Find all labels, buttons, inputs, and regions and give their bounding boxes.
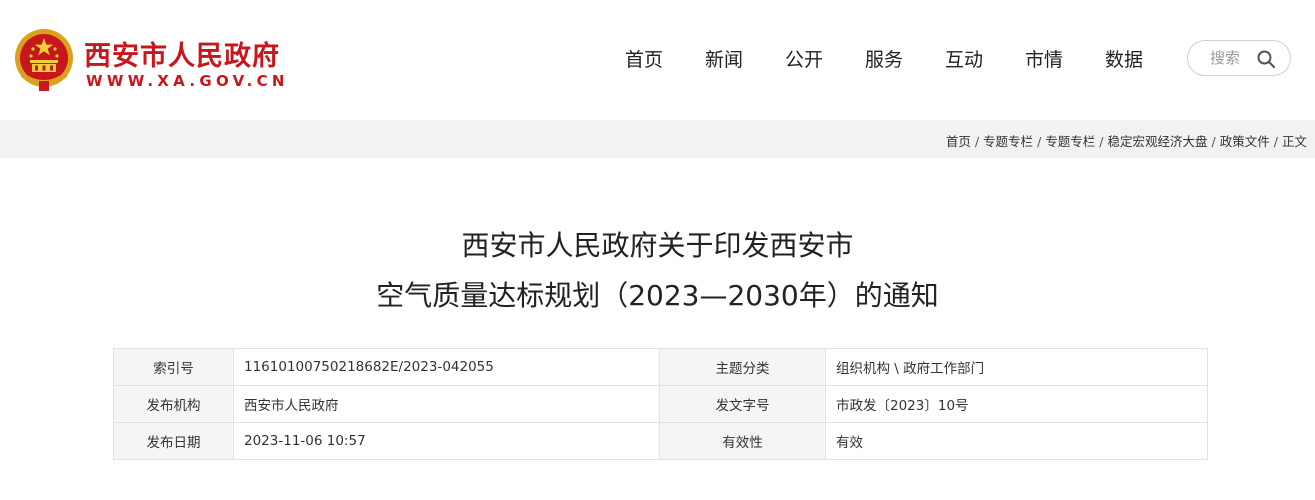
- meta-label: 索引号: [113, 348, 234, 386]
- nav-item-news[interactable]: 新闻: [705, 45, 743, 72]
- table-row: 索引号 11610100750218682E/2023-042055 主题分类 …: [113, 348, 1208, 386]
- breadcrumb-item-special[interactable]: 专题专栏: [983, 134, 1033, 149]
- breadcrumb-item-current: 正文: [1281, 134, 1307, 149]
- search-input[interactable]: [1210, 49, 1260, 67]
- nav-item-home[interactable]: 首页: [625, 45, 663, 72]
- breadcrumb-item-policy[interactable]: 政策文件: [1220, 134, 1270, 149]
- meta-label: 发布日期: [113, 422, 234, 460]
- breadcrumb-item-special-sub[interactable]: 专题专栏: [1045, 134, 1095, 149]
- breadcrumb: 首页 / 专题专栏 / 专题专栏 / 稳定宏观经济大盘 / 政策文件 / 正文: [946, 131, 1307, 150]
- meta-label: 主题分类: [659, 348, 826, 386]
- meta-label: 发文字号: [659, 385, 826, 423]
- breadcrumb-separator: /: [974, 134, 980, 149]
- site-domain: WWW.XA.GOV.CN: [86, 72, 289, 90]
- national-emblem-icon[interactable]: [13, 27, 75, 93]
- nav-item-service[interactable]: 服务: [865, 45, 903, 72]
- meta-label: 发布机构: [113, 385, 234, 423]
- breadcrumb-bar: 首页 / 专题专栏 / 专题专栏 / 稳定宏观经济大盘 / 政策文件 / 正文: [0, 120, 1315, 158]
- meta-value: 2023-11-06 10:57: [233, 422, 660, 460]
- document-meta-table: 索引号 11610100750218682E/2023-042055 主题分类 …: [113, 348, 1208, 460]
- site-name[interactable]: 西安市人民政府: [84, 34, 280, 73]
- nav-item-interact[interactable]: 互动: [945, 45, 983, 72]
- meta-value: 组织机构 \ 政府工作部门: [825, 348, 1208, 386]
- article-title-line-2: 空气质量达标规划（2023—2030年）的通知: [376, 279, 939, 312]
- meta-value: 11610100750218682E/2023-042055: [233, 348, 660, 386]
- breadcrumb-separator: /: [1273, 134, 1278, 149]
- table-row: 发布日期 2023-11-06 10:57 有效性 有效: [113, 422, 1208, 460]
- breadcrumb-item-economy[interactable]: 稳定宏观经济大盘: [1108, 134, 1208, 149]
- site-header: 西安市人民政府 WWW.XA.GOV.CN 首页 新闻 公开 服务 互动 市情 …: [0, 0, 1315, 120]
- meta-value: 西安市人民政府: [233, 385, 660, 423]
- breadcrumb-separator: /: [1037, 134, 1042, 149]
- breadcrumb-separator: /: [1099, 134, 1104, 149]
- nav-item-public[interactable]: 公开: [785, 45, 823, 72]
- meta-value: 有效: [825, 422, 1208, 460]
- breadcrumb-item-home[interactable]: 首页: [946, 134, 971, 149]
- nav-item-data[interactable]: 数据: [1105, 45, 1143, 72]
- breadcrumb-separator: /: [1211, 134, 1216, 149]
- meta-label: 有效性: [659, 422, 826, 460]
- nav-item-city-info[interactable]: 市情: [1025, 45, 1063, 72]
- meta-value: 市政发〔2023〕10号: [825, 385, 1208, 423]
- article-title-line-1: 西安市人民政府关于印发西安市: [461, 229, 854, 262]
- search-icon[interactable]: [1256, 49, 1276, 69]
- table-row: 发布机构 西安市人民政府 发文字号 市政发〔2023〕10号: [113, 385, 1208, 423]
- search-box: [1187, 40, 1291, 76]
